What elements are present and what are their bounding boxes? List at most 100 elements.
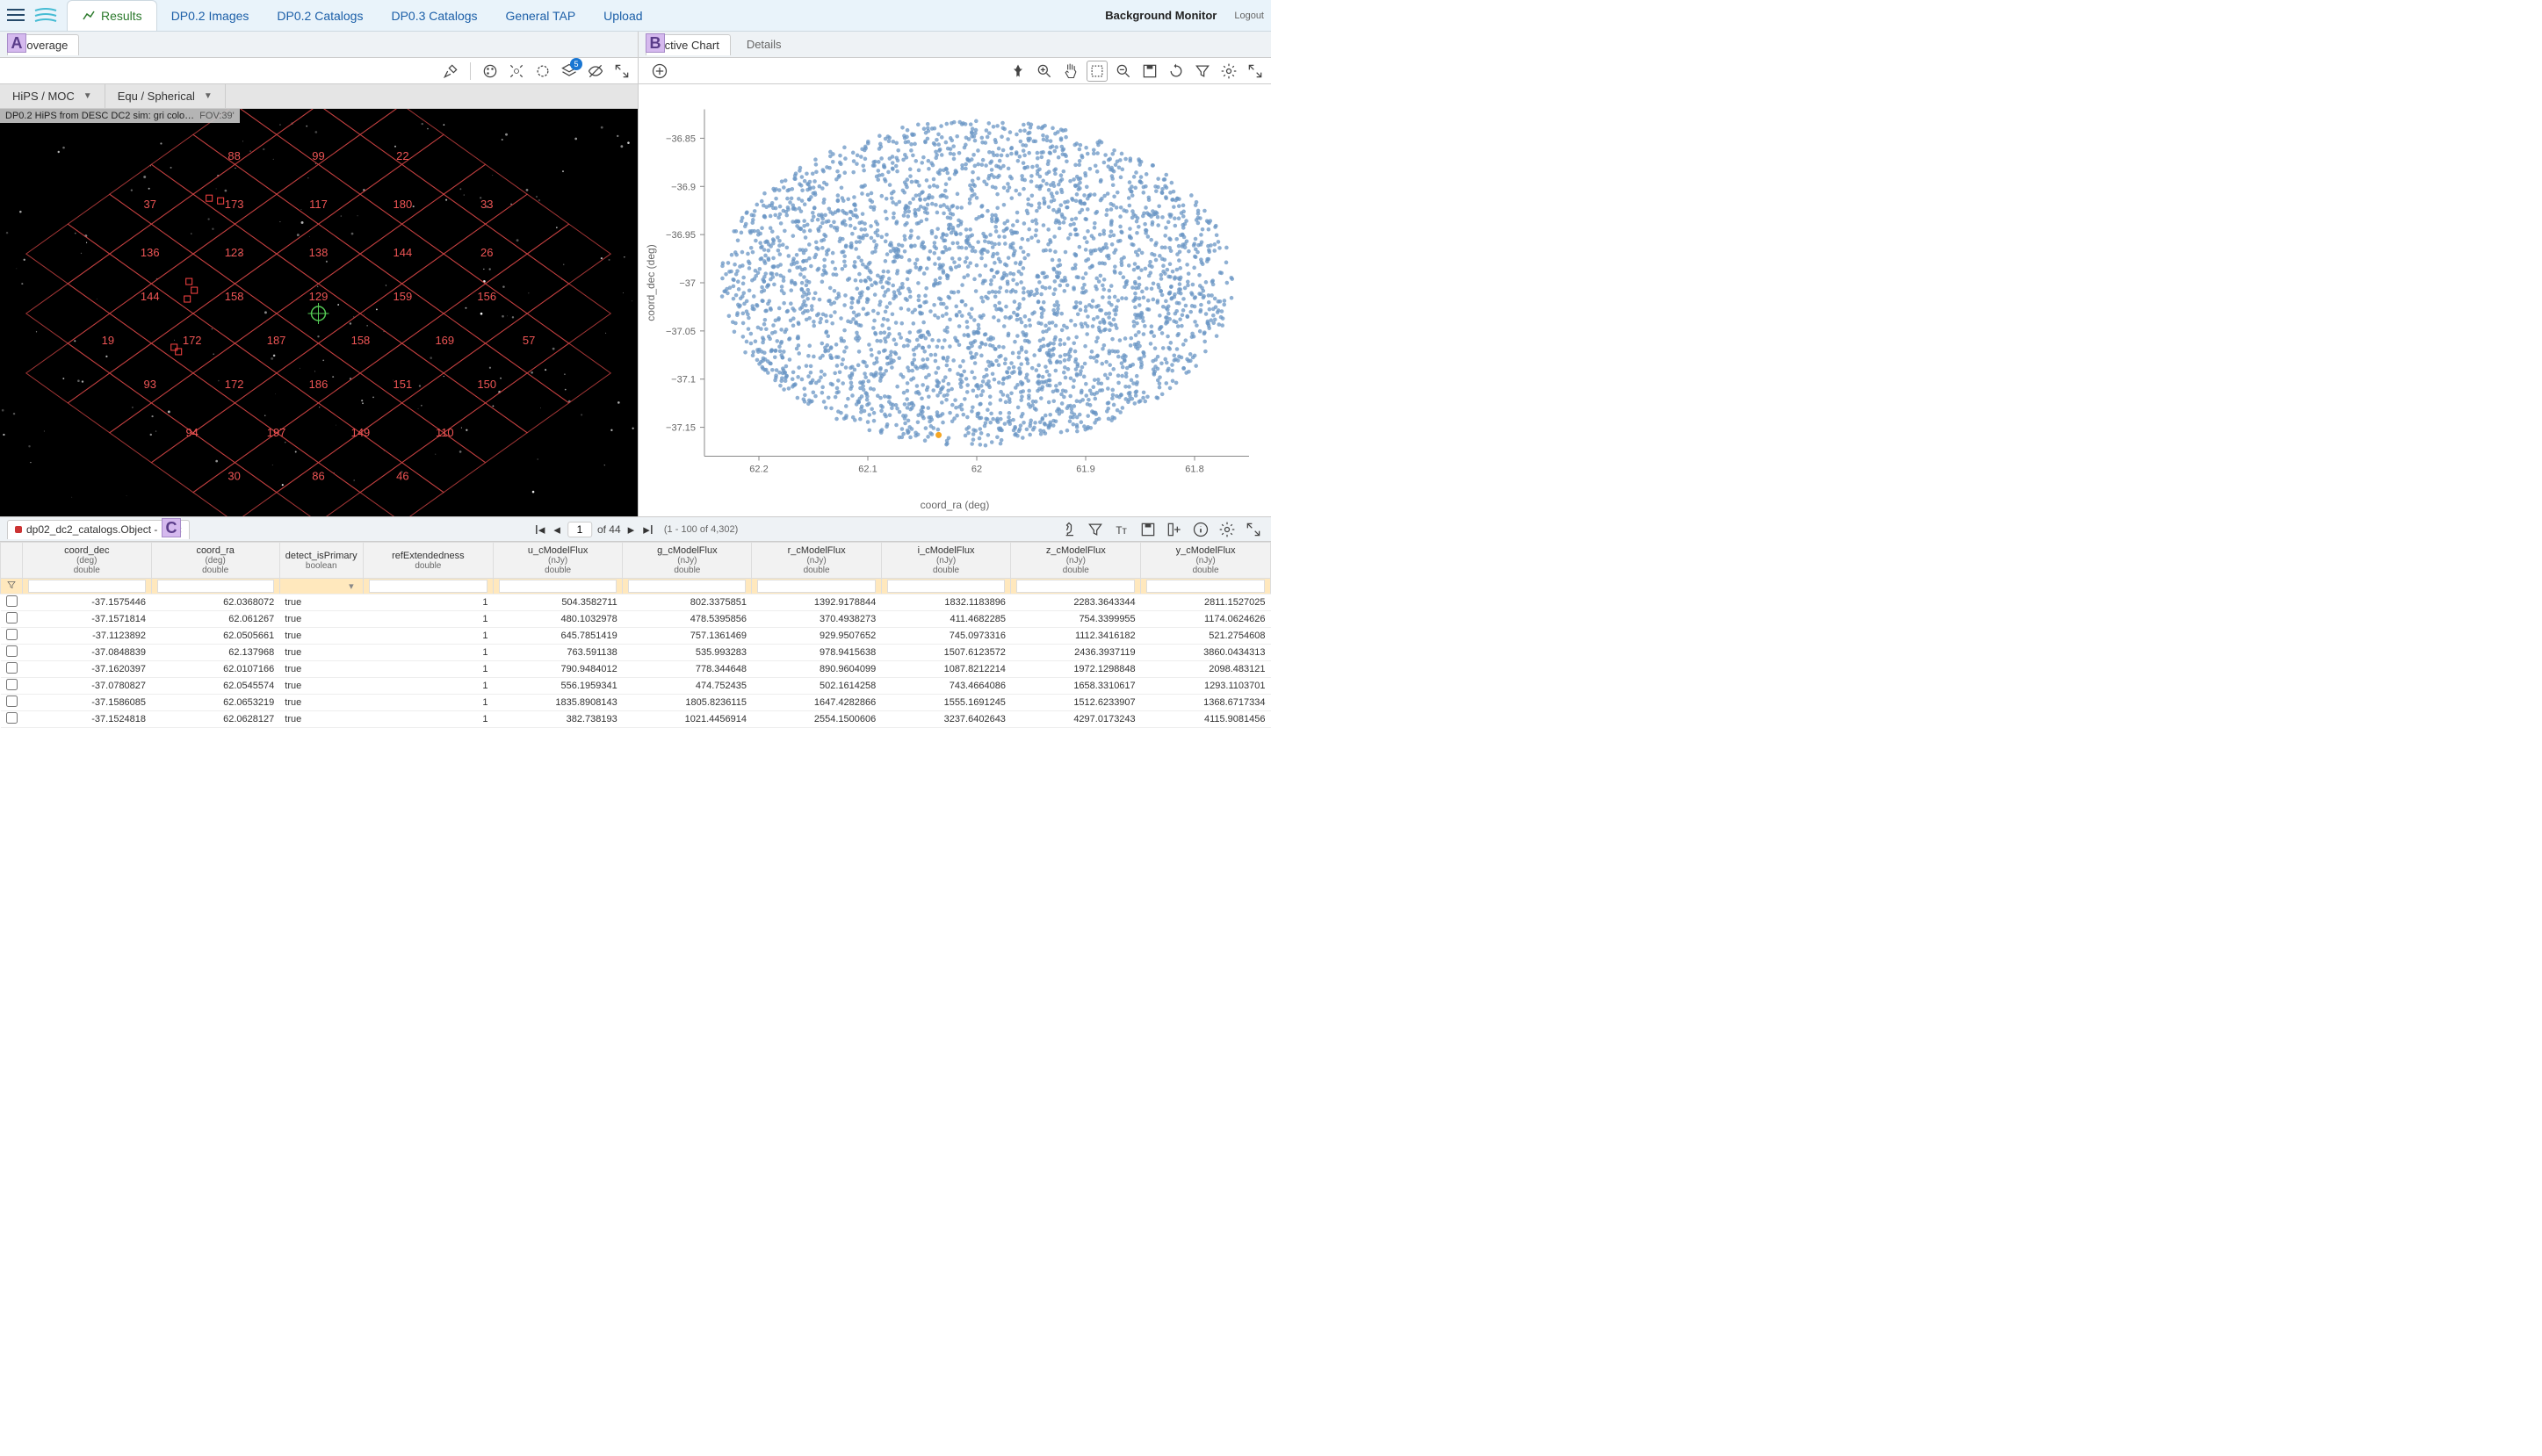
svg-text:173: 173	[225, 198, 244, 211]
add-chart-icon[interactable]	[649, 61, 670, 82]
hips-moc-dropdown[interactable]: HiPS / MOC▼	[0, 84, 105, 108]
first-page-icon[interactable]: I◂	[533, 520, 547, 539]
chevron-down-icon: ▼	[83, 91, 92, 101]
pin-icon[interactable]	[1007, 61, 1029, 82]
text-icon[interactable]: Tт	[1111, 519, 1132, 540]
row-checkbox[interactable]	[6, 629, 18, 640]
filter-input[interactable]	[1016, 580, 1135, 593]
table-row[interactable]: -37.112389262.0505661true1645.7851419757…	[1, 628, 1271, 645]
subtab-details[interactable]: Details	[736, 34, 792, 54]
table-row[interactable]: -37.145297762.0475209true16322.733775665…	[1, 728, 1271, 729]
tab-general-tap[interactable]: General TAP	[492, 0, 590, 31]
wrench-icon[interactable]	[440, 61, 461, 82]
table-row[interactable]: -37.157544662.0368072true1504.3582711802…	[1, 595, 1271, 611]
table-row[interactable]: -37.158608562.0653219true11835.890814318…	[1, 695, 1271, 711]
column-header[interactable]: u_cModelFlux(nJy)double	[494, 543, 623, 579]
center-icon[interactable]	[506, 61, 527, 82]
svg-text:coord_dec (deg): coord_dec (deg)	[645, 244, 657, 321]
microscope-icon[interactable]	[1058, 519, 1080, 540]
layers-badge: 5	[570, 58, 582, 70]
sky-image-viewer[interactable]: DP0.2 HiPS from DESC DC2 sim: gri colo… …	[0, 109, 638, 516]
info-icon[interactable]	[1190, 519, 1211, 540]
svg-text:129: 129	[309, 290, 329, 303]
background-monitor-link[interactable]: Background Monitor	[1105, 9, 1217, 22]
expand-icon[interactable]	[611, 61, 632, 82]
zoom-in-icon[interactable]	[1034, 61, 1055, 82]
expand-table-icon[interactable]	[1243, 519, 1264, 540]
logout-link[interactable]: Logout	[1234, 11, 1264, 21]
filter-input[interactable]	[28, 580, 146, 593]
region-icon[interactable]	[532, 61, 553, 82]
table-row[interactable]: -37.084883962.137968true1763.591138535.9…	[1, 645, 1271, 661]
svg-text:187: 187	[267, 334, 286, 347]
layers-icon[interactable]: 5	[559, 61, 580, 82]
table-row[interactable]: -37.157181462.061267true1480.1032978478.…	[1, 611, 1271, 628]
prev-page-icon[interactable]: ◂	[552, 520, 562, 539]
pan-icon[interactable]	[1060, 61, 1081, 82]
filter-input[interactable]	[157, 580, 274, 593]
gear-icon[interactable]	[1218, 61, 1239, 82]
column-header[interactable]: refExtendednessdouble	[363, 543, 493, 579]
filter-input[interactable]	[499, 580, 617, 593]
filter-input[interactable]	[628, 580, 746, 593]
column-header[interactable]: detect_isPrimaryboolean	[279, 543, 363, 579]
column-header[interactable]: g_cModelFlux(nJy)double	[623, 543, 752, 579]
row-checkbox[interactable]	[6, 612, 18, 623]
row-checkbox[interactable]	[6, 662, 18, 674]
reset-icon[interactable]	[1166, 61, 1187, 82]
filter-icon[interactable]	[1192, 61, 1213, 82]
row-checkbox[interactable]	[6, 712, 18, 724]
table-row[interactable]: -37.162039762.0107166true1790.9484012778…	[1, 661, 1271, 678]
row-checkbox[interactable]	[6, 595, 18, 607]
row-checkbox[interactable]	[6, 679, 18, 690]
row-checkbox[interactable]	[6, 696, 18, 707]
filter-input[interactable]	[757, 580, 875, 593]
projection-dropdown[interactable]: Equ / Spherical▼	[105, 84, 226, 108]
gear-table-icon[interactable]	[1217, 519, 1238, 540]
svg-text:88: 88	[227, 149, 240, 162]
column-header[interactable]: z_cModelFlux(nJy)double	[1011, 543, 1141, 579]
filter-input[interactable]	[369, 580, 487, 593]
filter-row-icon[interactable]	[1, 579, 23, 595]
table-row[interactable]: -37.078082762.0545574true1556.1959341474…	[1, 678, 1271, 695]
next-page-icon[interactable]: ▸	[626, 520, 637, 539]
row-checkbox[interactable]	[6, 645, 18, 657]
svg-text:93: 93	[144, 378, 156, 391]
expand-chart-icon[interactable]	[1245, 61, 1266, 82]
filter-input[interactable]	[887, 580, 1006, 593]
save-table-icon[interactable]	[1137, 519, 1159, 540]
scatter-chart[interactable]: 62.262.16261.961.8−36.85−36.9−36.95−37−3…	[639, 84, 1271, 516]
column-header[interactable]: i_cModelFlux(nJy)double	[881, 543, 1011, 579]
chart-toolbar	[639, 58, 1271, 84]
tab-results[interactable]: Results	[67, 0, 157, 31]
sky-viewer-panel: Coverage 5 HiPS / MOC▼ Equ / Spherical▼	[0, 32, 639, 516]
chart-panel: Active Chart Details 62.262.16261.961.8−…	[639, 32, 1271, 516]
x-axis-label: coord_ra (deg)	[921, 499, 990, 511]
hide-icon[interactable]	[585, 61, 606, 82]
zoom-reset-icon[interactable]	[1113, 61, 1134, 82]
boxselect-icon[interactable]	[1087, 61, 1108, 82]
tab-upload[interactable]: Upload	[589, 0, 656, 31]
filter-input[interactable]	[1146, 580, 1265, 593]
panel-label-a: A	[7, 33, 26, 53]
column-header[interactable]: coord_ra(deg)double	[151, 543, 279, 579]
svg-text:62.1: 62.1	[858, 465, 877, 475]
tab-dp02-images[interactable]: DP0.2 Images	[157, 0, 264, 31]
save-icon[interactable]	[1139, 61, 1160, 82]
column-header[interactable]: y_cModelFlux(nJy)double	[1141, 543, 1271, 579]
last-page-icon[interactable]: ▸I	[641, 520, 655, 539]
filter-table-icon[interactable]	[1085, 519, 1106, 540]
tab-dp03-catalogs[interactable]: DP0.3 Catalogs	[377, 0, 491, 31]
add-column-icon[interactable]	[1164, 519, 1185, 540]
table-pager: I◂ ◂ of 44 ▸ ▸I (1 - 100 of 4,302)	[533, 520, 739, 539]
tab-dp02-catalogs[interactable]: DP0.2 Catalogs	[263, 0, 377, 31]
menu-icon[interactable]	[7, 9, 25, 23]
panel-label-b: B	[646, 33, 665, 53]
sky-status-label: DP0.2 HiPS from DESC DC2 sim: gri colo… …	[0, 109, 240, 123]
page-input[interactable]	[567, 522, 592, 537]
svg-text:62.2: 62.2	[749, 465, 768, 475]
table-row[interactable]: -37.152481862.0628127true1382.7381931021…	[1, 711, 1271, 728]
column-header[interactable]: coord_dec(deg)double	[23, 543, 152, 579]
column-header[interactable]: r_cModelFlux(nJy)double	[752, 543, 881, 579]
palette-icon[interactable]	[480, 61, 501, 82]
